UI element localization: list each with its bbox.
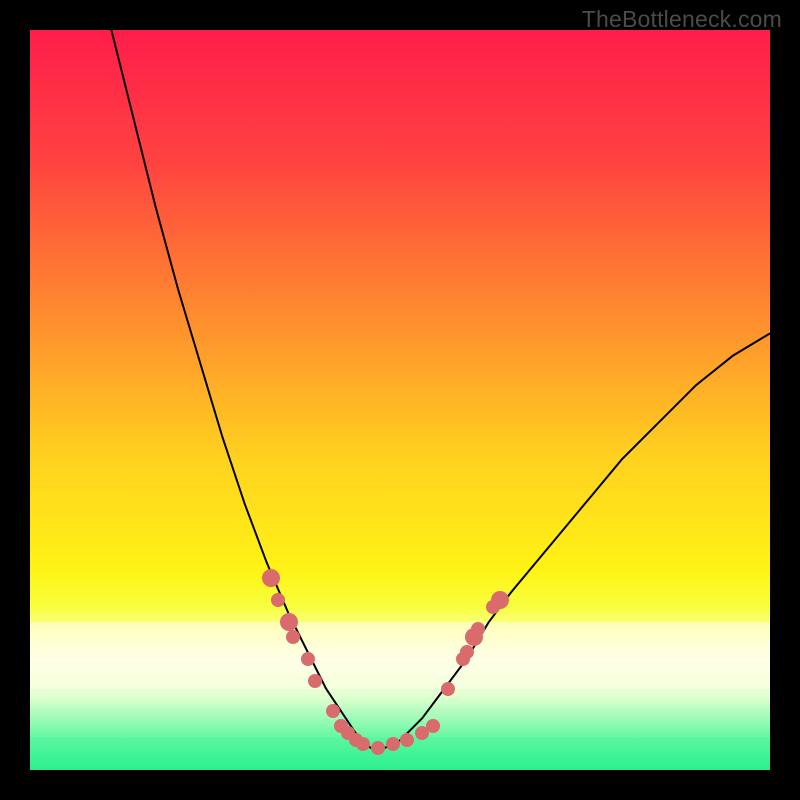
marker-dot: [460, 645, 474, 659]
marker-dot: [308, 674, 322, 688]
marker-dot: [371, 741, 385, 755]
marker-dot: [441, 682, 455, 696]
curve-path: [111, 30, 770, 748]
marker-dot: [262, 569, 280, 587]
plot-area: [30, 30, 770, 770]
watermark-text: TheBottleneck.com: [582, 6, 782, 33]
marker-dot: [426, 719, 440, 733]
bottleneck-curve: [30, 30, 770, 770]
marker-dot: [471, 622, 485, 636]
chart-frame: TheBottleneck.com: [0, 0, 800, 800]
marker-dot: [386, 737, 400, 751]
marker-dot: [286, 630, 300, 644]
marker-dot: [491, 591, 509, 609]
marker-dot: [280, 613, 298, 631]
marker-dot: [301, 652, 315, 666]
marker-dot: [356, 737, 370, 751]
marker-dot: [271, 593, 285, 607]
